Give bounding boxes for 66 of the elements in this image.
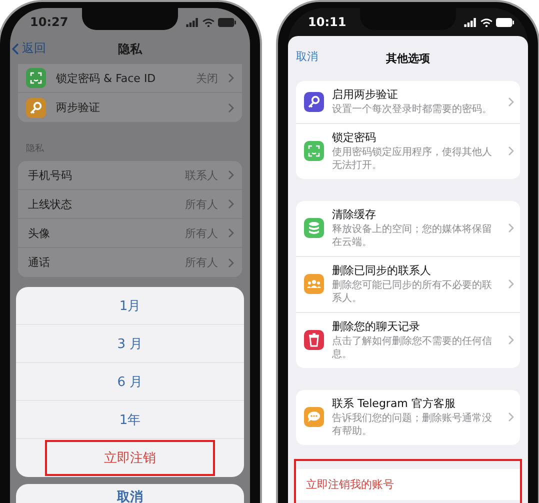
chevron-icon	[228, 258, 234, 268]
chevron-icon	[228, 170, 234, 180]
sheet-option[interactable]: 立即注销	[44, 439, 216, 477]
settings-row[interactable]: 上线状态 所有人	[18, 190, 242, 219]
option-row[interactable]: 锁定密码 使用密码锁定应用程序，使得其他人无法打开。	[296, 124, 520, 178]
option-row[interactable]: 删除您的聊天记录 点击了解如何删除您不需要的任何信息。	[296, 312, 520, 368]
row-label: 上线状态	[28, 196, 73, 212]
row-label: 头像	[28, 226, 51, 240]
status-time: 10:27	[30, 15, 68, 29]
option-description: 释放设备上的空间；您的媒体将保留在云端。	[332, 222, 493, 250]
back-chevron-icon	[12, 42, 19, 54]
option-row[interactable]: 启用两步验证 设置一个每次登录时都需要的密码。	[296, 81, 520, 124]
delete-account-button[interactable]: 立即注销我的账号	[296, 468, 520, 500]
option-description: 设置一个每次登录时都需要的密码。	[332, 103, 493, 116]
row-value: 所有人	[185, 226, 218, 240]
row-value: 所有人	[185, 196, 218, 212]
row-label: 锁定密码 & Face ID	[56, 70, 157, 86]
chevron-icon	[508, 96, 514, 107]
chevron-icon	[228, 228, 234, 238]
row-label: 两步验证	[56, 100, 101, 115]
option-description: 告诉我们您的问题；删除账号通常没有帮助。	[332, 412, 493, 438]
chevron-icon	[228, 199, 234, 209]
row-label: 手机号码	[28, 168, 73, 182]
battery-icon	[496, 18, 514, 26]
cancel-button[interactable]: 取消	[16, 484, 244, 503]
status-time: 10:11	[308, 15, 346, 29]
row-value: 所有人	[185, 255, 218, 270]
option-row[interactable]: 联系 Telegram 官方客服 告诉我们您的问题；删除账号通常没有帮助。	[296, 390, 520, 444]
option-title: 锁定密码	[332, 130, 377, 144]
screen-title: 隐私	[118, 40, 142, 58]
option-title: 删除已同步的联系人	[332, 262, 432, 278]
chevron-icon	[228, 73, 234, 83]
wifi-icon	[202, 18, 215, 26]
option-row[interactable]: 清除缓存 释放设备上的空间；您的媒体将保留在云端。	[296, 200, 520, 256]
option-description: 点击了解如何删除您不需要的任何信息。	[332, 334, 493, 362]
option-row[interactable]: 删除已同步的联系人 删除您可能已同步的所有不必要的联系人。	[296, 256, 520, 312]
option-title: 启用两步验证	[332, 87, 399, 102]
sheet-title: 其他选项	[386, 50, 430, 66]
option-description: 使用密码锁定应用程序，使得其他人无法打开。	[332, 146, 493, 172]
option-description: 删除您可能已同步的所有不必要的联系人。	[332, 278, 493, 306]
signal-icon	[464, 18, 477, 26]
chevron-icon	[508, 335, 514, 345]
option-title: 清除缓存	[332, 206, 377, 222]
settings-row[interactable]: 两步验证	[18, 93, 242, 122]
settings-row[interactable]: 手机号码 联系人	[18, 161, 242, 190]
signal-icon	[186, 18, 199, 26]
chevron-icon	[508, 412, 514, 422]
chevron-icon	[228, 102, 234, 112]
sheet-option[interactable]: 3 月	[16, 325, 244, 363]
option-title: 删除您的聊天记录	[332, 318, 421, 334]
row-value: 联系人	[185, 168, 218, 182]
chevron-icon	[508, 223, 514, 233]
cancel-button[interactable]: 取消	[296, 49, 318, 64]
option-title: 联系 Telegram 官方客服	[332, 396, 456, 410]
settings-row[interactable]: 锁定密码 & Face ID 关闭	[18, 64, 242, 93]
chevron-icon	[508, 279, 514, 289]
chevron-icon	[508, 146, 514, 156]
sheet-option[interactable]: 1年	[16, 401, 244, 439]
sheet-option[interactable]: 1月	[16, 287, 244, 325]
row-value: 关闭	[196, 70, 218, 86]
row-label: 通话	[28, 255, 51, 270]
settings-row[interactable]: 头像 所有人	[18, 219, 242, 248]
sheet-option[interactable]: 6 月	[16, 363, 244, 401]
wifi-icon	[480, 18, 493, 26]
settings-row[interactable]: 通话 所有人	[18, 248, 242, 277]
battery-icon	[218, 18, 236, 26]
